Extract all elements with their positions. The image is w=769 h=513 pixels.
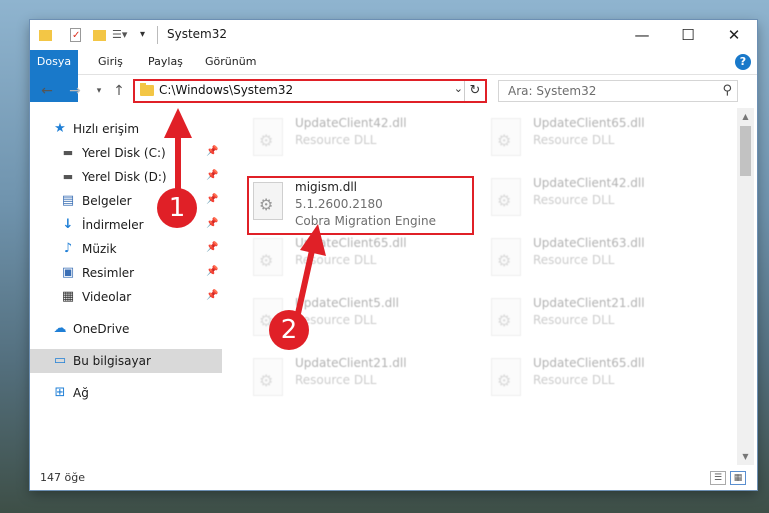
arrow-2 (294, 224, 326, 319)
arrow-1 (164, 108, 192, 198)
step-2-badge: 2 (269, 310, 309, 350)
annotation-overlay (164, 108, 326, 319)
step-1-badge: 1 (157, 188, 197, 228)
